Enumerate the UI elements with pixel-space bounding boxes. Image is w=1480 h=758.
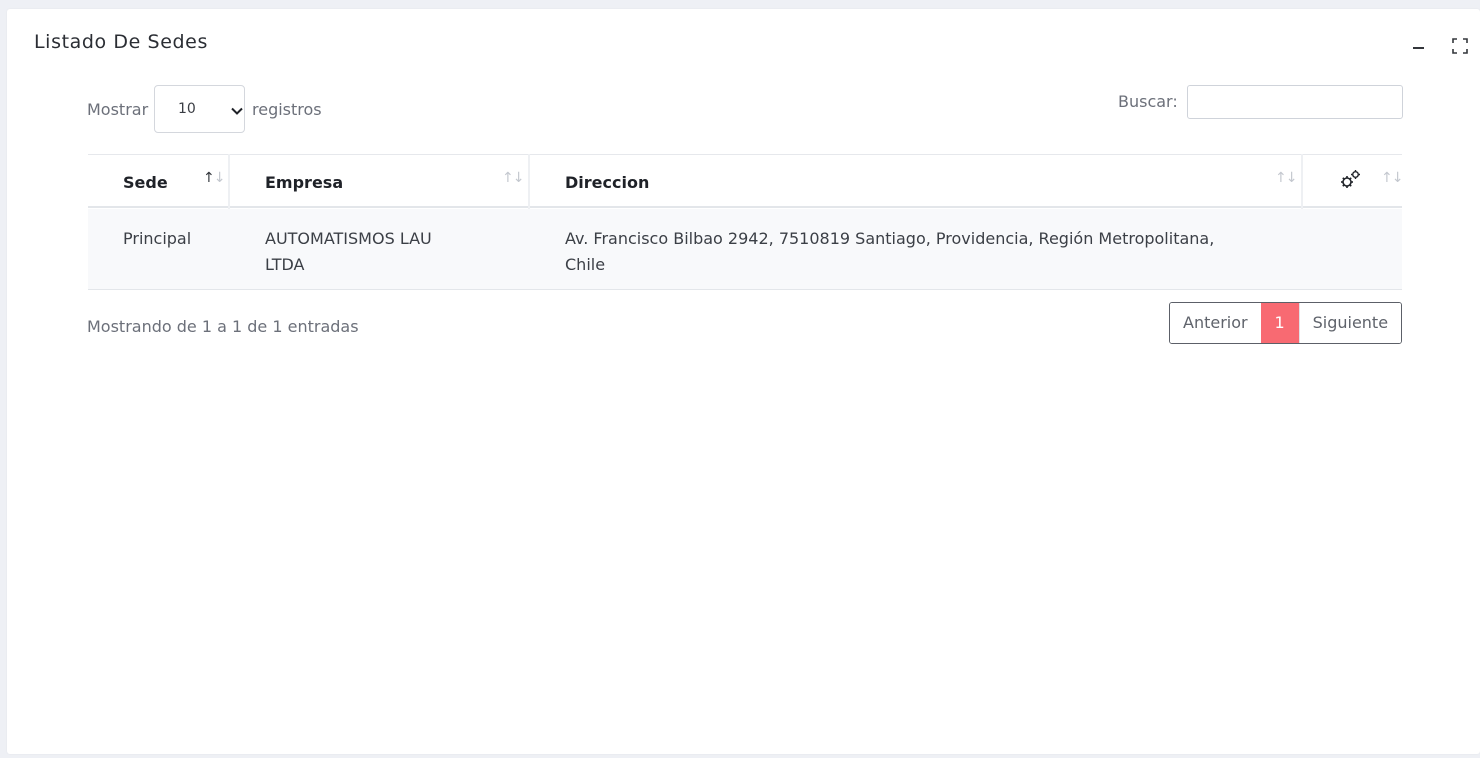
- minimize-icon[interactable]: [1410, 37, 1428, 55]
- page-1-button[interactable]: 1: [1260, 303, 1299, 343]
- page-length-value: 10: [178, 101, 196, 117]
- next-page-button[interactable]: Siguiente: [1298, 303, 1402, 343]
- gears-icon: [1340, 168, 1362, 194]
- column-header-label: Empresa: [265, 173, 344, 192]
- sort-icon: ↑↓: [1381, 170, 1403, 186]
- sort-icon: ↑↓: [502, 170, 524, 186]
- column-header-direccion[interactable]: Direccion ↑↓: [530, 155, 1301, 208]
- column-header-empresa[interactable]: Empresa ↑↓: [230, 155, 528, 208]
- search-label: Buscar:: [1118, 92, 1178, 111]
- chevron-down-icon: [230, 103, 244, 122]
- length-prefix-label: Mostrar: [87, 100, 149, 119]
- pagination: Anterior 1 Siguiente: [1169, 302, 1403, 344]
- previous-page-button[interactable]: Anterior: [1170, 303, 1261, 343]
- column-header-label: Sede: [123, 173, 168, 192]
- cell-direccion: Av. Francisco Bilbao 2942, 7510819 Santi…: [565, 229, 1215, 274]
- sort-ascending-icon: ↑↓: [203, 170, 225, 186]
- fullscreen-icon[interactable]: [1451, 37, 1469, 55]
- sedes-card: Listado De Sedes Mostrar 10 registros Bu…: [7, 9, 1480, 754]
- cell-empresa: AUTOMATISMOS LAU LTDA: [265, 229, 432, 274]
- sort-icon: ↑↓: [1275, 170, 1297, 186]
- page-length-select[interactable]: 10: [154, 85, 245, 133]
- column-header-sede[interactable]: Sede ↑↓: [88, 155, 228, 208]
- column-header-actions[interactable]: ↑↓: [1303, 155, 1403, 208]
- table-row: Principal AUTOMATISMOS LAU LTDA Av. Fran…: [88, 209, 1402, 290]
- cell-sede: Principal: [123, 229, 192, 248]
- card-title: Listado De Sedes: [34, 31, 208, 53]
- column-header-label: Direccion: [565, 173, 650, 192]
- table-info: Mostrando de 1 a 1 de 1 entradas: [87, 317, 359, 336]
- search-input[interactable]: [1187, 85, 1403, 119]
- length-suffix-label: registros: [252, 100, 322, 119]
